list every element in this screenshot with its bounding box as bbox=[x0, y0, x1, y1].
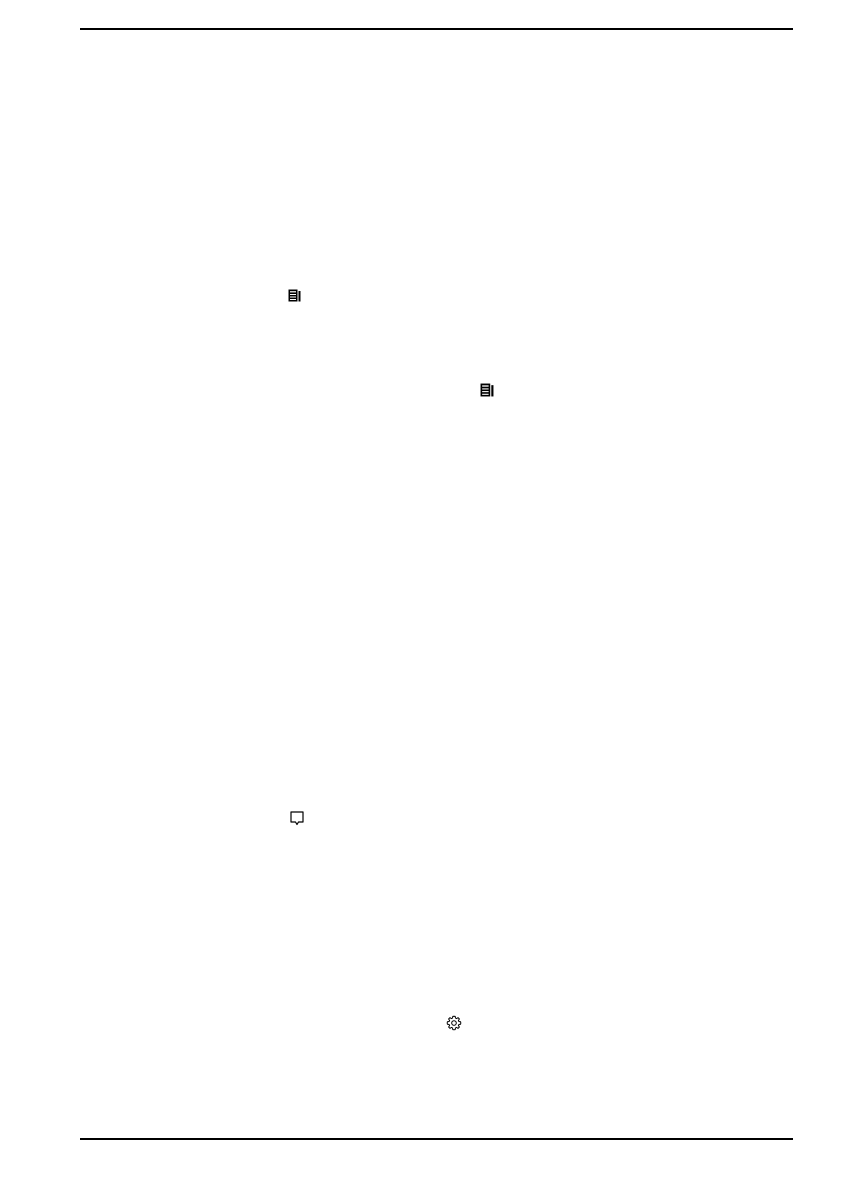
header-rule bbox=[80, 28, 793, 30]
news-icon bbox=[480, 383, 494, 397]
action-center-icon bbox=[290, 811, 304, 826]
news-icon bbox=[288, 289, 301, 302]
settings-gear-icon bbox=[446, 1015, 462, 1031]
footer-rule bbox=[80, 1138, 793, 1140]
